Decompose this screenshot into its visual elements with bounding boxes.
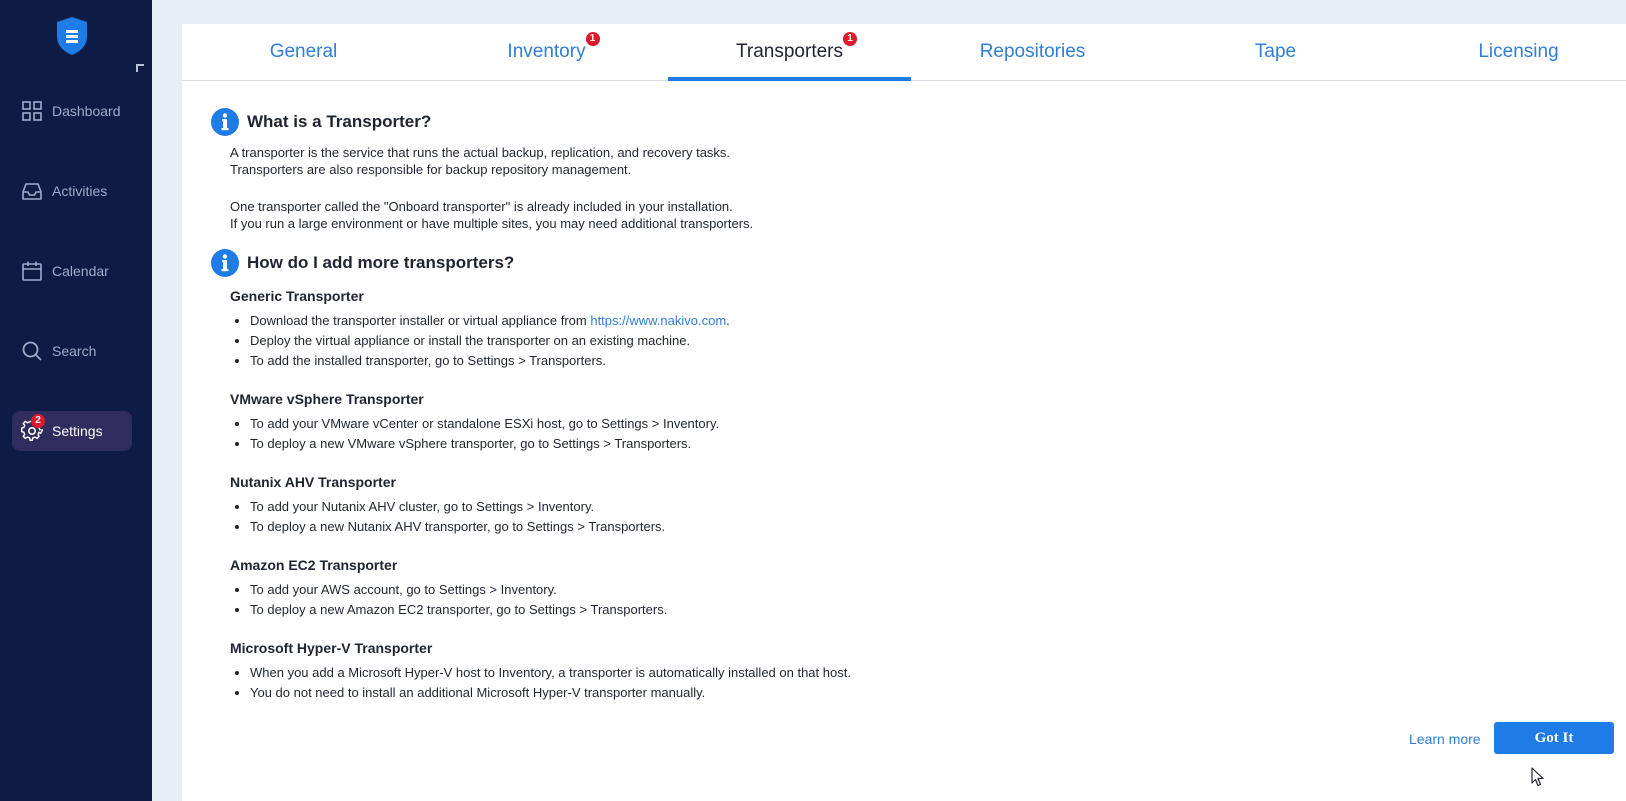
list-item: Deploy the virtual appliance or install … [250, 331, 1311, 351]
tab-repositories[interactable]: Repositories [911, 24, 1154, 80]
sidebar-item-label: Dashboard [52, 103, 121, 119]
shield-logo-icon[interactable] [55, 16, 89, 56]
search-icon [21, 340, 43, 362]
list-item-text: Download the transporter installer or vi… [250, 313, 591, 328]
nutanix-transporter-list: To add your Nutanix AHV cluster, go to S… [230, 497, 1311, 537]
dashboard-icon [21, 100, 43, 122]
generic-transporter-title: Generic Transporter [230, 288, 364, 304]
paragraph-line: If you run a large environment or have m… [230, 216, 754, 231]
sidebar-item-search[interactable]: Search [12, 331, 132, 371]
transporters-help-content: What is a Transporter? A transporter is … [211, 108, 1311, 703]
settings-tabs: General Inventory 1 Transporters 1 Repos… [182, 24, 1626, 81]
got-it-button[interactable]: Got It [1494, 722, 1614, 754]
mouse-cursor-icon [1531, 767, 1544, 787]
gear-icon: 2 [21, 414, 45, 442]
sidebar-item-label: Activities [52, 183, 108, 199]
hyperv-transporter-title: Microsoft Hyper-V Transporter [230, 640, 433, 656]
inbox-icon [21, 180, 43, 202]
list-item-text: . [726, 313, 730, 328]
sidebar-item-label: Settings [52, 423, 103, 439]
list-item: To deploy a new Nutanix AHV transporter,… [250, 517, 1311, 537]
paragraph-line: One transporter called the "Onboard tran… [230, 199, 733, 214]
tab-transporters[interactable]: Transporters 1 [668, 24, 911, 81]
info-icon [211, 249, 239, 277]
ec2-transporter-title: Amazon EC2 Transporter [230, 557, 398, 573]
tab-label: Tape [1254, 41, 1297, 62]
vmware-transporter-list: To add your VMware vCenter or standalone… [230, 414, 1311, 454]
how-to-add-heading: How do I add more transporters? [211, 249, 1311, 277]
tab-general[interactable]: General [182, 24, 425, 80]
sidebar-item-settings[interactable]: 2 Settings [12, 411, 132, 451]
inventory-notification-badge: 1 [585, 32, 600, 46]
list-item: To deploy a new VMware vSphere transport… [250, 434, 1311, 454]
sidebar-item-activities[interactable]: Activities [12, 171, 132, 211]
what-is-transporter-text: A transporter is the service that runs t… [230, 144, 1311, 232]
section-title: How do I add more transporters? [247, 253, 515, 272]
ec2-transporter-list: To add your AWS account, go to Settings … [230, 580, 1311, 620]
tab-label: General [269, 41, 338, 62]
tab-label: Repositories [979, 41, 1086, 62]
sidebar: Dashboard Activities Calendar Search 2 S… [0, 0, 152, 801]
transporters-notification-badge: 1 [843, 32, 857, 46]
hyperv-transporter-list: When you add a Microsoft Hyper-V host to… [230, 663, 1311, 703]
list-item: When you add a Microsoft Hyper-V host to… [250, 663, 1311, 683]
paragraph-line: A transporter is the service that runs t… [230, 145, 731, 160]
section-title: What is a Transporter? [247, 112, 432, 131]
list-item: To add your Nutanix AHV cluster, go to S… [250, 497, 1311, 517]
nutanix-transporter-title: Nutanix AHV Transporter [230, 474, 396, 490]
vmware-transporter-title: VMware vSphere Transporter [230, 391, 424, 407]
generic-transporter-list: Download the transporter installer or vi… [230, 311, 1311, 371]
sidebar-item-dashboard[interactable]: Dashboard [12, 91, 132, 131]
settings-card: General Inventory 1 Transporters 1 Repos… [182, 24, 1626, 801]
tab-inventory[interactable]: Inventory 1 [425, 24, 668, 80]
list-item: To add your AWS account, go to Settings … [250, 580, 1311, 600]
list-item: To add the installed transporter, go to … [250, 351, 1311, 371]
tab-label: Licensing [1478, 41, 1559, 62]
sidebar-item-label: Calendar [52, 263, 109, 279]
list-item: To add your VMware vCenter or standalone… [250, 414, 1311, 434]
list-item: Download the transporter installer or vi… [250, 311, 1311, 331]
sidebar-collapse-handle[interactable] [136, 64, 144, 72]
tab-label: Transporters [736, 41, 843, 62]
what-is-transporter-heading: What is a Transporter? [211, 108, 1311, 136]
settings-notification-badge: 2 [31, 414, 45, 428]
calendar-icon [21, 260, 43, 282]
tab-licensing[interactable]: Licensing [1397, 24, 1626, 80]
list-item: To deploy a new Amazon EC2 transporter, … [250, 600, 1311, 620]
tab-tape[interactable]: Tape [1154, 24, 1397, 80]
info-icon [211, 108, 239, 136]
sidebar-item-calendar[interactable]: Calendar [12, 251, 132, 291]
paragraph-line: Transporters are also responsible for ba… [230, 162, 632, 177]
sidebar-item-label: Search [52, 343, 97, 359]
learn-more-link[interactable]: Learn more [1409, 731, 1481, 747]
tab-label: Inventory [507, 41, 586, 62]
nakivo-website-link[interactable]: https://www.nakivo.com [590, 313, 726, 328]
list-item: You do not need to install an additional… [250, 683, 1311, 703]
